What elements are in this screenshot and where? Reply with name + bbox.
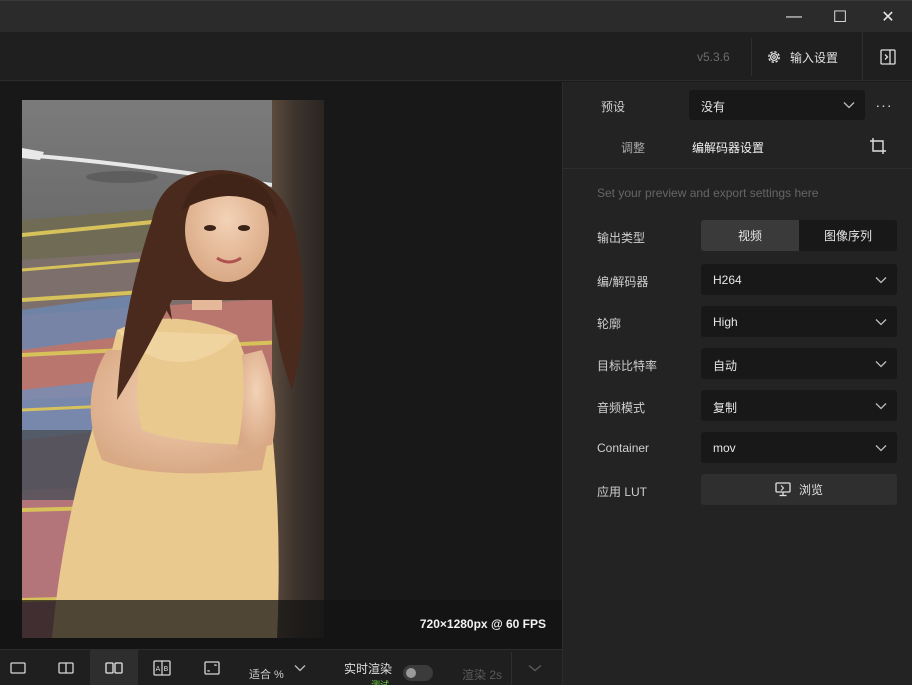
- audio-mode-dropdown[interactable]: 复制: [701, 390, 897, 421]
- output-type-video[interactable]: 视频: [701, 220, 799, 251]
- panel-toggle-icon: [879, 48, 896, 65]
- app-header: v5.3.6 输入设置: [0, 32, 912, 81]
- preview-area: 720×1280px @ 60 FPS: [0, 82, 562, 649]
- more-icon: ···: [875, 97, 893, 113]
- fullscreen-icon: [204, 661, 220, 675]
- settings-panel: 预设 没有 ··· 调整 编解码器设置 Set your preview and…: [562, 82, 912, 685]
- profile-label: 轮廓: [597, 317, 622, 331]
- version-label: v5.3.6: [697, 50, 730, 64]
- fit-zoom-dropdown[interactable]: 适合 %: [249, 666, 284, 682]
- codec-value: H264: [713, 273, 742, 287]
- beta-badge: 测试: [371, 680, 390, 685]
- chevron-down-icon[interactable]: [294, 664, 306, 672]
- chevron-down-icon: [843, 102, 855, 109]
- side-by-side-view-button[interactable]: [90, 650, 138, 685]
- preset-label: 预设: [601, 100, 626, 114]
- audio-mode-label: 音频模式: [597, 401, 646, 415]
- tab-codec-settings[interactable]: 编解码器设置: [692, 139, 764, 156]
- live-render-label: 实时渲染: [344, 662, 393, 676]
- preview-illustration: [22, 100, 324, 638]
- single-view-button[interactable]: [0, 650, 36, 685]
- browse-label: 浏览: [798, 483, 823, 497]
- more-options-button[interactable]: ···: [873, 90, 895, 120]
- toggle-knob: [406, 668, 416, 678]
- codec-dropdown[interactable]: H264: [701, 264, 897, 295]
- input-settings-label: 输入设置: [790, 50, 839, 65]
- tab-adjust[interactable]: 调整: [621, 139, 645, 156]
- chevron-down-icon: [875, 277, 887, 284]
- single-view-icon: [10, 662, 26, 674]
- bitrate-dropdown[interactable]: 自动: [701, 348, 897, 379]
- maximize-icon: ☐: [832, 9, 848, 26]
- preset-value: 没有: [701, 100, 726, 114]
- browse-lut-button[interactable]: 浏览: [701, 474, 897, 505]
- panel-toggle-button[interactable]: [862, 32, 912, 81]
- container-dropdown[interactable]: mov: [701, 432, 897, 463]
- compare-ab-button[interactable]: AB: [142, 650, 182, 685]
- preview-toolbar: AB 适合 % 实时渲染 测试 渲染 2s: [0, 649, 562, 685]
- fullscreen-button[interactable]: [192, 650, 232, 685]
- panel-hint: Set your preview and export settings her…: [597, 186, 819, 200]
- preview-image: [22, 100, 324, 638]
- codec-label: 编/解码器: [597, 275, 649, 289]
- container-value: mov: [713, 441, 736, 455]
- audio-mode-value: 复制: [713, 401, 738, 415]
- live-render-toggle[interactable]: [403, 665, 433, 681]
- bitrate-label: 目标比特率: [597, 359, 658, 373]
- preset-dropdown[interactable]: 没有: [689, 90, 865, 120]
- output-type-label: 输出类型: [597, 231, 646, 245]
- chevron-down-icon: [875, 403, 887, 410]
- compare-ab-icon: AB: [153, 660, 171, 676]
- resolution-label: 720×1280px @ 60 FPS: [419, 617, 546, 631]
- split-view-button[interactable]: [46, 650, 86, 685]
- browse-monitor-icon: [775, 482, 791, 497]
- profile-value: High: [713, 315, 738, 329]
- preview-info-bar: 720×1280px @ 60 FPS: [0, 600, 562, 649]
- profile-dropdown[interactable]: High: [701, 306, 897, 337]
- toolbar-divider: [511, 652, 512, 685]
- maximize-button[interactable]: ☐: [816, 1, 864, 33]
- svg-text:B: B: [164, 665, 169, 673]
- crop-button[interactable]: [869, 137, 891, 157]
- minimize-icon: —: [786, 8, 802, 25]
- bitrate-value: 自动: [713, 359, 738, 373]
- minimize-button[interactable]: —: [770, 1, 818, 33]
- split-view-icon: [58, 662, 74, 674]
- input-settings-button[interactable]: 输入设置: [766, 46, 838, 68]
- panel-divider: [563, 168, 912, 169]
- container-label: Container: [597, 441, 650, 455]
- side-by-side-icon: [105, 662, 123, 674]
- output-type-segmented: 视频 图像序列: [701, 220, 897, 251]
- render-time-label: 渲染 2s: [462, 668, 503, 682]
- svg-text:A: A: [156, 665, 161, 673]
- close-button[interactable]: ✕: [864, 1, 912, 33]
- chevron-down-icon: [875, 445, 887, 452]
- close-icon: ✕: [881, 9, 895, 26]
- gear-icon: [768, 51, 780, 63]
- crop-icon: [870, 138, 886, 154]
- output-type-image-sequence[interactable]: 图像序列: [799, 220, 897, 251]
- title-bar: — ☐ ✕: [0, 0, 912, 32]
- chevron-down-icon: [875, 361, 887, 368]
- chevron-down-icon[interactable]: [528, 664, 542, 672]
- header-divider: [751, 38, 752, 76]
- lut-label: 应用 LUT: [597, 485, 648, 499]
- chevron-down-icon: [875, 319, 887, 326]
